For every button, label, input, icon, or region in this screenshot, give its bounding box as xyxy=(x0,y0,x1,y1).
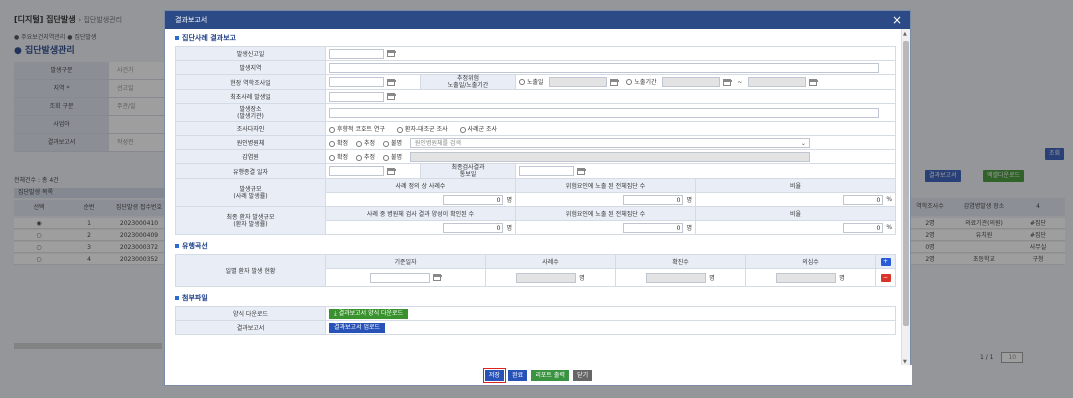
report-upload-label: 결과보고서 xyxy=(175,320,326,335)
region-label: 발생지역 xyxy=(175,60,326,75)
scroll-up-icon[interactable]: ▲ xyxy=(903,31,907,37)
final-exposed-input[interactable]: 0 xyxy=(623,222,684,233)
save-button[interactable]: 저장 xyxy=(482,368,506,383)
close-button[interactable]: 닫기 xyxy=(573,370,593,381)
infection-input[interactable] xyxy=(409,151,810,162)
case-series-radio[interactable] xyxy=(459,126,466,133)
calendar-icon[interactable] xyxy=(723,78,733,86)
calendar-icon[interactable] xyxy=(387,50,396,57)
final-ratio-input[interactable]: 0 xyxy=(843,222,884,233)
scale-label: 발생규모 (사례 발생률) xyxy=(175,178,326,207)
place-input[interactable] xyxy=(329,107,879,118)
final-positive-input[interactable]: 0 xyxy=(443,222,504,233)
scale-ratio-input[interactable]: 0 xyxy=(843,194,884,205)
scale-header-ratio: 비율 xyxy=(694,178,897,193)
place-label: 발생장소 (발생기관) xyxy=(175,103,326,122)
calendar-icon[interactable] xyxy=(433,274,442,281)
exposure-day-input[interactable] xyxy=(549,77,608,88)
add-row-button[interactable]: + xyxy=(880,257,891,266)
modal-header: 결과보고서 × xyxy=(165,11,910,29)
result-report-modal: 결과보고서 × 집단사례 결과보고 발생신고일 발생지역 현장 역학조사일 추정… xyxy=(164,10,912,386)
curve-header-date: 기준일자 xyxy=(325,254,486,269)
close-icon[interactable]: × xyxy=(892,11,902,29)
modal-title: 결과보고서 xyxy=(175,16,208,24)
pathogen-presumed-radio[interactable] xyxy=(355,140,362,147)
calendar-icon[interactable] xyxy=(610,78,620,86)
pathogen-label: 원인병원체 xyxy=(175,135,326,150)
investigator-label: 조사다자인 xyxy=(175,121,326,136)
remove-row-button[interactable]: − xyxy=(880,273,891,282)
scrollbar-thumb[interactable] xyxy=(903,41,909,326)
first-case-label: 최초사례 발생일 xyxy=(175,89,326,104)
calendar-icon[interactable] xyxy=(577,167,586,175)
investigation-date-input[interactable] xyxy=(329,77,384,87)
first-case-date-input[interactable] xyxy=(329,91,384,102)
cohort-radio[interactable] xyxy=(329,126,335,133)
modal-footer: 저장 완료 리포트 출력 닫기 xyxy=(165,365,912,385)
calendar-icon[interactable] xyxy=(387,93,396,100)
infection-confirmed-radio[interactable] xyxy=(329,154,335,161)
calendar-icon[interactable] xyxy=(387,167,396,175)
epidemic-curve-table: 일별 환자 발생 현황 기준일자 사례수 확진수 의심수 + 명 명 명 − xyxy=(175,254,896,287)
complete-button[interactable]: 완료 xyxy=(508,370,528,381)
section-title: 집단사례 결과보고 xyxy=(175,33,895,44)
template-download-button[interactable]: ⤓ 결과보고서 양식 다운로드 xyxy=(329,308,409,319)
infection-unknown-radio[interactable] xyxy=(382,154,389,161)
chevron-down-icon: ⌄ xyxy=(800,139,806,147)
scale-cases-input[interactable]: 0 xyxy=(443,194,504,205)
exposure-period-radio[interactable] xyxy=(626,79,633,86)
attachment-table: 양식 다운로드 ⤓ 결과보고서 양식 다운로드 결과보고서 결과보고서 업로드 xyxy=(175,306,896,335)
exposure-end-input[interactable] xyxy=(748,77,807,88)
final-report-date-input[interactable] xyxy=(519,166,574,176)
report-date-input[interactable] xyxy=(329,48,384,59)
scale-exposed-input[interactable]: 0 xyxy=(623,194,684,205)
report-form-table: 발생신고일 발생지역 현장 역학조사일 추정위험 노출일/노출기간 노출일 노출… xyxy=(175,46,897,235)
curve-cases-input[interactable] xyxy=(516,272,577,283)
curve-suspected-input[interactable] xyxy=(776,272,837,283)
section-title: 유행곡선 xyxy=(175,241,895,252)
final-header-exposed: 위험요인에 노출 된 전체집단 수 xyxy=(515,206,696,221)
pathogen-select[interactable]: 원인병원체를 검색 ⌄ xyxy=(409,137,810,148)
modal-body: 집단사례 결과보고 발생신고일 발생지역 현장 역학조사일 추정위험 노출일/노… xyxy=(165,29,903,367)
region-input[interactable] xyxy=(329,62,879,73)
infection-presumed-radio[interactable] xyxy=(355,154,362,161)
case-control-radio[interactable] xyxy=(396,126,403,133)
curve-header-confirmed: 확진수 xyxy=(615,254,746,269)
curve-confirmed-input[interactable] xyxy=(646,272,707,283)
exposure-day-radio[interactable] xyxy=(519,79,525,86)
report-print-button[interactable]: 리포트 출력 xyxy=(531,370,569,381)
final-report-label: 최종검사결과 통보일 xyxy=(420,163,516,179)
report-upload-button[interactable]: 결과보고서 업로드 xyxy=(329,322,386,333)
exposure-start-input[interactable] xyxy=(662,77,721,88)
infection-label: 감염원 xyxy=(175,149,326,164)
end-date-input[interactable] xyxy=(329,166,384,176)
section-title: 첨부파일 xyxy=(175,293,895,304)
final-header-ratio: 비율 xyxy=(694,206,897,221)
scale-header-cases: 사례 정의 상 사례수 xyxy=(325,178,516,193)
curve-label: 일별 환자 발생 현황 xyxy=(175,254,326,287)
template-download-label: 양식 다운로드 xyxy=(175,306,326,321)
investigation-date-label: 현장 역학조사일 xyxy=(175,74,326,90)
final-header-positive: 사례 중 병원체 검사 결과 양성이 확인된 수 xyxy=(325,206,516,221)
curve-header-suspected: 의심수 xyxy=(745,254,876,269)
vertical-scrollbar[interactable]: ▲ ▼ xyxy=(901,29,910,367)
calendar-icon[interactable] xyxy=(809,78,819,86)
pathogen-unknown-radio[interactable] xyxy=(382,140,389,147)
calendar-icon[interactable] xyxy=(387,78,396,86)
end-date-label: 유행종결 일자 xyxy=(175,163,326,179)
final-scale-label: 최종 환자 발생규모 (환자 발생률) xyxy=(175,206,326,235)
exposure-period-label: 추정위험 노출일/노출기간 xyxy=(420,74,516,90)
curve-header-cases: 사례수 xyxy=(485,254,616,269)
scale-header-exposed: 위험요인에 노출 된 전체집단 수 xyxy=(515,178,696,193)
report-date-label: 발생신고일 xyxy=(175,46,326,61)
pathogen-confirmed-radio[interactable] xyxy=(329,140,335,147)
curve-date-input[interactable] xyxy=(370,272,430,283)
